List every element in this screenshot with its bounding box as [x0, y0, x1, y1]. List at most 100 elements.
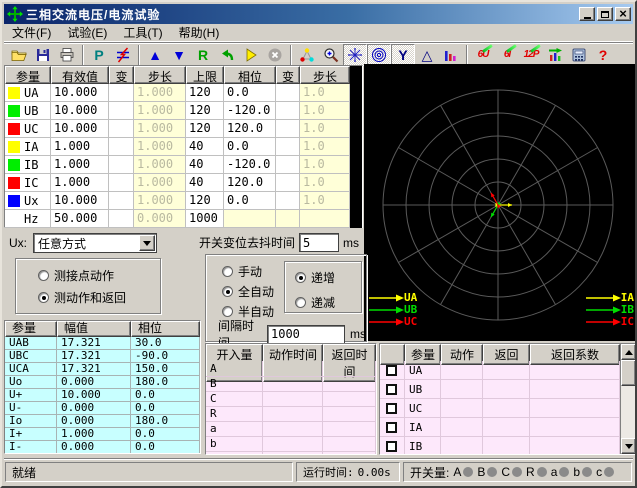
- polar-grid-button[interactable]: [343, 44, 367, 66]
- contact-mode-radio-1[interactable]: 测动作和返回: [38, 289, 160, 306]
- param-value-cell[interactable]: 0.0: [224, 192, 276, 210]
- param-value-cell[interactable]: 120: [186, 102, 224, 120]
- help-icon: ?: [595, 47, 611, 63]
- open-button[interactable]: [7, 44, 31, 66]
- debounce-input[interactable]: [299, 233, 339, 252]
- 6i-output-button[interactable]: 6I: [495, 44, 519, 66]
- direction-radio-1[interactable]: 递减: [295, 294, 361, 311]
- derived-cell: I-: [5, 441, 57, 454]
- param-value-cell[interactable]: 40: [186, 138, 224, 156]
- param-value-cell[interactable]: 10.000: [51, 102, 109, 120]
- direction-group: 递增递减: [284, 261, 362, 313]
- param-value-cell[interactable]: -120.0: [224, 156, 276, 174]
- menu-item-help[interactable]: 帮助(H): [171, 23, 228, 42]
- phase-source-icon: [115, 47, 131, 63]
- wye-view-button[interactable]: Y: [391, 44, 415, 66]
- color-chip: [8, 195, 20, 207]
- ux-mode-dropdown-button[interactable]: [139, 235, 155, 251]
- interval-input[interactable]: [267, 325, 345, 344]
- 6u-output-button[interactable]: 6U: [471, 44, 495, 66]
- input-cell: [263, 436, 323, 452]
- param-value-cell[interactable]: 0.0: [224, 138, 276, 156]
- checkbox-unchecked[interactable]: [386, 403, 397, 414]
- run-mode-radio-1[interactable]: 全自动: [222, 283, 274, 300]
- zoom-button[interactable]: [319, 44, 343, 66]
- scroll-thumb[interactable]: [621, 360, 636, 386]
- result-scrollbar[interactable]: [620, 344, 636, 454]
- param-value-cell[interactable]: 1000: [186, 210, 224, 228]
- contact-mode-radio-0[interactable]: 测接点动作: [38, 267, 160, 284]
- menu-item-file[interactable]: 文件(F): [4, 23, 59, 42]
- input-cell: [263, 451, 323, 455]
- param-value-cell[interactable]: 120: [186, 192, 224, 210]
- print-button[interactable]: [55, 44, 79, 66]
- param-value-cell[interactable]: 0.0: [224, 84, 276, 102]
- undo-button[interactable]: [215, 44, 239, 66]
- ux-mode-select[interactable]: 任意方式: [33, 233, 157, 253]
- minimize-button[interactable]: [579, 7, 595, 21]
- maximize-button[interactable]: [597, 7, 613, 21]
- p-output-button[interactable]: P: [87, 44, 111, 66]
- param-value-cell[interactable]: 120.0: [224, 120, 276, 138]
- param-value-cell[interactable]: 120: [186, 84, 224, 102]
- direction-radio-0[interactable]: 递增: [295, 269, 361, 286]
- radio-label: 测动作和返回: [54, 289, 126, 306]
- help-button[interactable]: ?: [591, 44, 615, 66]
- radio-unchecked-icon: [295, 297, 306, 308]
- print-icon: [59, 47, 75, 63]
- param-name-cell: UA: [5, 84, 51, 102]
- title-bar[interactable]: 三相交流电压/电流试验 ×: [4, 4, 633, 24]
- delta-view-button[interactable]: △: [415, 44, 439, 66]
- checkbox-unchecked[interactable]: [386, 365, 397, 376]
- legend-label: UC: [404, 317, 417, 327]
- scroll-down-button[interactable]: [621, 438, 636, 454]
- param-name-cell: UB: [5, 102, 51, 120]
- start-button[interactable]: [239, 44, 263, 66]
- checkbox-unchecked[interactable]: [386, 422, 397, 433]
- param-value-cell[interactable]: 10.000: [51, 120, 109, 138]
- param-value-cell[interactable]: 120.0: [224, 174, 276, 192]
- column-header: 步长: [134, 66, 186, 84]
- harmonics-button[interactable]: [439, 44, 463, 66]
- vector-diagram-button[interactable]: [295, 44, 319, 66]
- save-button[interactable]: [31, 44, 55, 66]
- result-cell: [530, 437, 620, 454]
- param-value-cell[interactable]: 1.000: [51, 174, 109, 192]
- param-value-cell[interactable]: 10.000: [51, 84, 109, 102]
- stop-button[interactable]: [263, 44, 287, 66]
- step-up-button[interactable]: ▲: [143, 44, 167, 66]
- switch-a: a: [551, 465, 570, 479]
- derived-row-U+: U+10.0000.0: [5, 389, 200, 402]
- export-report-button[interactable]: [543, 44, 567, 66]
- menu-item-test[interactable]: 试验(E): [59, 23, 115, 42]
- menu-item-tools[interactable]: 工具(T): [115, 23, 170, 42]
- checkbox-unchecked[interactable]: [386, 384, 397, 395]
- param-value-cell[interactable]: 40: [186, 156, 224, 174]
- radio-checked-icon: [38, 292, 49, 303]
- step-up-icon: ▲: [147, 47, 163, 63]
- run-mode-radio-0[interactable]: 手动: [222, 263, 274, 280]
- checkbox-unchecked[interactable]: [386, 441, 397, 452]
- param-value-cell: [276, 210, 300, 228]
- scroll-up-button[interactable]: [621, 344, 636, 360]
- param-value-cell[interactable]: 40: [186, 174, 224, 192]
- param-value-cell[interactable]: 120: [186, 120, 224, 138]
- close-button[interactable]: ×: [615, 7, 631, 21]
- param-value-cell[interactable]: 50.000: [51, 210, 109, 228]
- debounce-unit: ms: [343, 236, 359, 250]
- param-value-cell[interactable]: 1.000: [51, 138, 109, 156]
- legend-item-UC: UC: [368, 316, 417, 327]
- step-down-button[interactable]: ▼: [167, 44, 191, 66]
- result-table: 参量动作返回返回系数UAUBUCIAIB: [380, 344, 620, 454]
- reset-button[interactable]: R: [191, 44, 215, 66]
- window-title: 三相交流电压/电流试验: [26, 6, 579, 23]
- rings-view-button[interactable]: [367, 44, 391, 66]
- 12p-output-button[interactable]: 12P: [519, 44, 543, 66]
- scroll-track[interactable]: [621, 386, 636, 438]
- calculator-button[interactable]: [567, 44, 591, 66]
- radio-checked-icon: [222, 286, 233, 297]
- phase-source-button[interactable]: [111, 44, 135, 66]
- param-value-cell[interactable]: 1.000: [51, 156, 109, 174]
- param-value-cell[interactable]: -120.0: [224, 102, 276, 120]
- param-value-cell[interactable]: 10.000: [51, 192, 109, 210]
